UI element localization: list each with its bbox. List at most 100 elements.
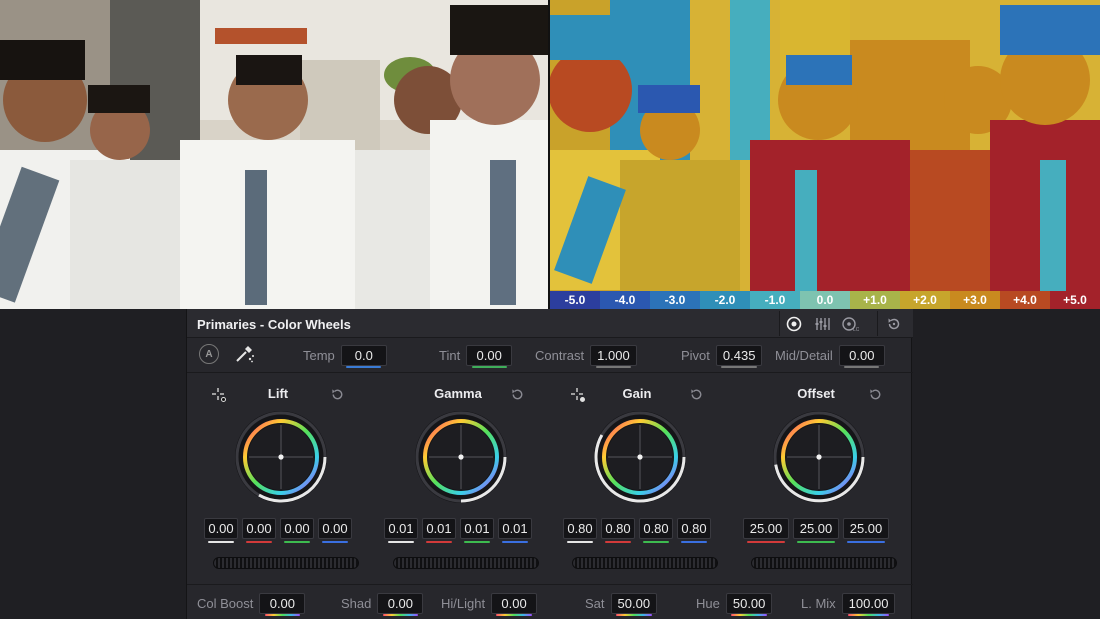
- offset-g-value[interactable]: 25.00: [793, 518, 839, 543]
- temp-label: Temp: [303, 347, 335, 363]
- lift-values: 0.00 0.00 0.00 0.00: [193, 518, 363, 543]
- scale-step: -1.0: [750, 291, 800, 309]
- lift-master-jog-wheel[interactable]: [213, 557, 359, 569]
- lift-b-value-text: 0.00: [322, 521, 348, 536]
- contrast-label: Contrast: [535, 347, 585, 363]
- gain-master-jog-wheel[interactable]: [572, 557, 718, 569]
- gain-g-value-text: 0.80: [643, 521, 669, 536]
- hi-light-value-text: 0.00: [501, 595, 527, 611]
- gain-wheel-block: Gain 0.80 0.80 0.80 0.80: [552, 381, 722, 571]
- gain-r-indicator: [605, 541, 631, 543]
- panel-title: Primaries - Color Wheels: [197, 317, 351, 332]
- col-boost-value-text: 0.00: [269, 595, 296, 611]
- gamma-y-value-text: 0.01: [388, 521, 414, 536]
- hue-indicator: [731, 613, 767, 616]
- temp-control: Temp 0.0: [303, 344, 387, 368]
- sat-label: Sat: [585, 595, 605, 611]
- color-wheels-mode-icon[interactable]: [780, 311, 808, 336]
- gamma-b-indicator: [502, 541, 528, 543]
- gain-color-wheel[interactable]: [592, 409, 688, 505]
- gamma-b-value[interactable]: 0.01: [498, 518, 532, 543]
- gamma-y-indicator: [388, 541, 414, 543]
- auto-balance-button[interactable]: A: [199, 344, 219, 364]
- offset-header: Offset: [731, 384, 901, 404]
- gamma-values: 0.01 0.01 0.01 0.01: [373, 518, 543, 543]
- offset-master-jog-wheel[interactable]: [751, 557, 897, 569]
- svg-text:LOG: LOG: [853, 327, 859, 332]
- scale-step: -2.0: [700, 291, 750, 309]
- pivot-indicator: [721, 365, 757, 368]
- false-color-scale: -5.0 -4.0 -3.0 -2.0 -1.0 0.0 +1.0 +2.0 +3.0 +4.0 +…: [550, 291, 1100, 309]
- hi-light-value[interactable]: 0.00: [491, 592, 538, 616]
- gain-r-value-text: 0.80: [605, 521, 631, 536]
- lift-r-value-text: 0.00: [246, 521, 272, 536]
- offset-g-indicator: [797, 541, 835, 543]
- lift-y-value-text: 0.00: [208, 521, 234, 536]
- l-mix-value-text: 100.00: [848, 595, 889, 611]
- hue-control: Hue 50.00: [696, 592, 773, 616]
- offset-r-value[interactable]: 25.00: [743, 518, 789, 543]
- lift-color-wheel[interactable]: [233, 409, 329, 505]
- hue-label: Hue: [696, 595, 720, 611]
- gamma-master-jog-wheel[interactable]: [393, 557, 539, 569]
- offset-color-wheel[interactable]: [771, 409, 867, 505]
- tint-value[interactable]: 0.00: [466, 344, 513, 368]
- lift-wheel-block: Lift 0.00 0.00 0.00 0.00: [193, 381, 363, 571]
- lift-header: Lift: [193, 384, 363, 404]
- gamma-reset-icon[interactable]: [509, 387, 525, 403]
- right-empty-area: [912, 309, 1100, 619]
- l-mix-indicator: [847, 613, 890, 616]
- pivot-label: Pivot: [681, 347, 710, 363]
- tint-label: Tint: [439, 347, 461, 363]
- gamma-wheel-block: Gamma 0.01 0.01 0.01 0.01: [373, 381, 543, 571]
- lift-g-indicator: [284, 541, 310, 543]
- sat-value[interactable]: 50.00: [610, 592, 658, 616]
- gain-y-value-text: 0.80: [567, 521, 593, 536]
- lift-reset-icon[interactable]: [329, 387, 345, 403]
- tint-value-text: 0.00: [476, 347, 502, 363]
- contrast-value[interactable]: 1.000: [590, 344, 637, 368]
- gamma-b-value-text: 0.01: [502, 521, 528, 536]
- gain-b-value[interactable]: 0.80: [677, 518, 711, 543]
- lift-y-value[interactable]: 0.00: [204, 518, 238, 543]
- l-mix-control: L. Mix 100.00: [801, 592, 896, 616]
- pivot-value[interactable]: 0.435: [715, 344, 763, 368]
- gain-reset-icon[interactable]: [688, 387, 704, 403]
- gamma-header: Gamma: [373, 384, 543, 404]
- lift-r-value[interactable]: 0.00: [242, 518, 276, 543]
- gain-g-value[interactable]: 0.80: [639, 518, 673, 543]
- offset-b-indicator: [847, 541, 885, 543]
- lift-g-value[interactable]: 0.00: [280, 518, 314, 543]
- gamma-r-value[interactable]: 0.01: [422, 518, 456, 543]
- gain-header: Gain: [552, 384, 722, 404]
- gamma-color-wheel[interactable]: [413, 409, 509, 505]
- shad-control: Shad 0.00: [341, 592, 424, 616]
- log-wheels-mode-icon[interactable]: LOG: [836, 311, 864, 336]
- white-balance-picker-icon[interactable]: [233, 343, 255, 365]
- scale-step: +3.0: [950, 291, 1000, 309]
- gain-r-value[interactable]: 0.80: [601, 518, 635, 543]
- temp-value[interactable]: 0.0: [340, 344, 387, 368]
- reset-all-icon[interactable]: [877, 311, 909, 336]
- lift-b-value[interactable]: 0.00: [318, 518, 352, 543]
- gamma-g-value-text: 0.01: [464, 521, 490, 536]
- gamma-y-value[interactable]: 0.01: [384, 518, 418, 543]
- col-boost-value[interactable]: 0.00: [259, 592, 306, 616]
- gamma-g-indicator: [464, 541, 490, 543]
- gamma-g-value[interactable]: 0.01: [460, 518, 494, 543]
- scale-step: 0.0: [800, 291, 850, 309]
- mid-detail-value-text: 0.00: [849, 347, 875, 363]
- hue-value[interactable]: 50.00: [725, 592, 773, 616]
- gain-b-indicator: [681, 541, 707, 543]
- offset-b-value[interactable]: 25.00: [843, 518, 889, 543]
- offset-reset-icon[interactable]: [867, 387, 883, 403]
- l-mix-value[interactable]: 100.00: [841, 592, 896, 616]
- hi-light-control: Hi/Light 0.00: [441, 592, 538, 616]
- mid-detail-value[interactable]: 0.00: [838, 344, 885, 368]
- shad-value[interactable]: 0.00: [377, 592, 424, 616]
- gain-y-value[interactable]: 0.80: [563, 518, 597, 543]
- scale-step: -4.0: [600, 291, 650, 309]
- gain-values: 0.80 0.80 0.80 0.80: [552, 518, 722, 543]
- gain-y-indicator: [567, 541, 593, 543]
- primaries-bars-mode-icon[interactable]: [808, 311, 836, 336]
